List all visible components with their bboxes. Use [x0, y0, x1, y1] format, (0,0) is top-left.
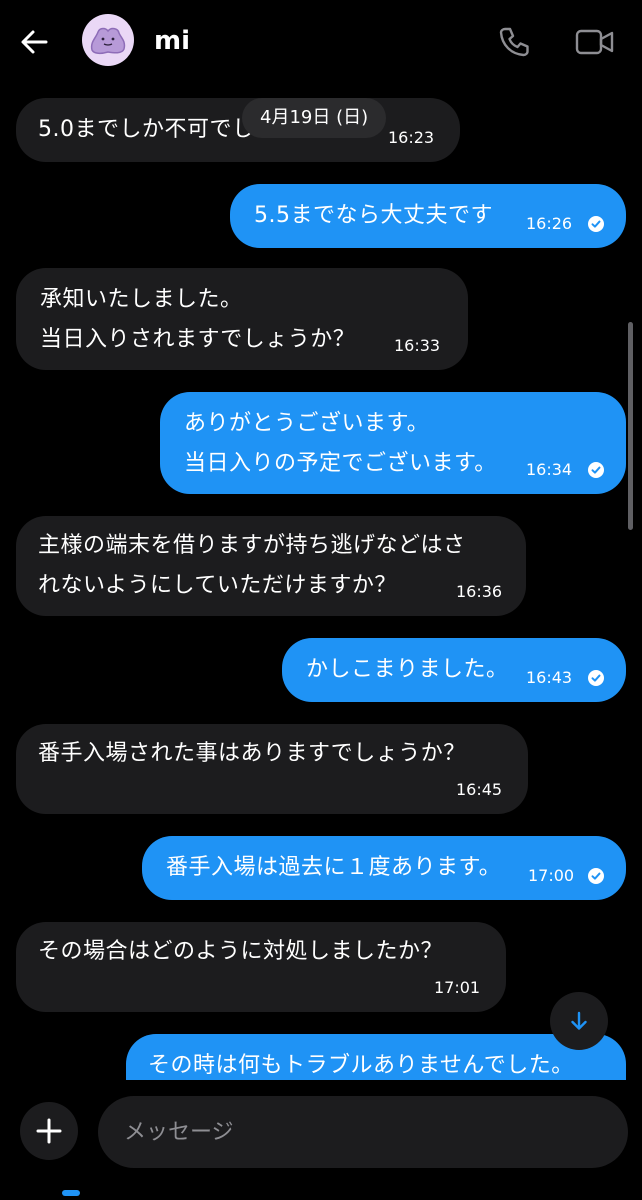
incoming-message[interactable]: その場合はどのように対処しましたか？ 17:01 — [16, 922, 506, 1012]
check-circle-icon — [588, 670, 604, 686]
message-time: 16:33 — [394, 336, 441, 355]
outgoing-message[interactable]: 番手入場は過去に１度あります。 17:00 — [142, 836, 626, 900]
date-separator: 4月19日 (日) — [242, 98, 387, 138]
message-text: ありがとうございます。 — [184, 411, 430, 436]
video-call-button[interactable] — [572, 22, 618, 62]
chat-header: mi — [0, 0, 642, 88]
message-composer — [0, 1080, 642, 1200]
message-text: かしこまりました。 — [306, 657, 509, 682]
scrollbar[interactable] — [628, 322, 633, 530]
message-text: れないようにしていただけますか？ — [38, 573, 397, 598]
message-text: 主様の端末を借りますが持ち逃げなどはさ — [38, 533, 466, 558]
outgoing-message[interactable]: 5.5までなら大丈夫です 16:26 — [230, 184, 626, 248]
message-text: その時は何もトラブルありませんでした。 — [148, 1053, 574, 1078]
message-time: 16:45 — [456, 780, 503, 799]
arrow-down-icon — [571, 1011, 587, 1030]
check-circle-icon — [588, 462, 604, 478]
plus-icon — [36, 1118, 62, 1144]
video-camera-icon — [575, 29, 614, 55]
chat-screen: mi 5.0までしか不可でしょうか？ 16:23 4月19日 (日) 5.5まで… — [0, 0, 642, 1200]
outgoing-message[interactable]: その時は何もトラブルありませんでした。 — [126, 1034, 626, 1080]
phone-icon — [499, 27, 529, 57]
avatar[interactable] — [82, 14, 134, 66]
incoming-message[interactable]: 主様の端末を借りますが持ち逃げなどはさ れないようにしていただけますか？ 16:… — [16, 516, 526, 616]
message-text: 当日入りの予定でございます。 — [184, 451, 497, 476]
bottom-indicator — [62, 1190, 80, 1196]
message-text: 番手入場は過去に１度あります。 — [166, 855, 502, 880]
ditto-avatar-icon — [90, 27, 126, 55]
message-time: 17:01 — [434, 978, 481, 997]
message-time: 16:34 — [526, 460, 573, 479]
message-text: 承知いたしました。 — [40, 287, 243, 312]
message-text: 5.5までなら大丈夫です — [254, 203, 493, 228]
message-input[interactable] — [98, 1096, 628, 1168]
attach-button[interactable] — [20, 1102, 78, 1160]
message-time: 17:00 — [528, 866, 575, 885]
arrow-left-icon — [21, 30, 48, 54]
incoming-message[interactable]: 承知いたしました。 当日入りされますでしょうか？ 16:33 — [16, 268, 468, 370]
contact-name[interactable]: mi — [154, 26, 190, 56]
message-text: 番手入場された事はありますでしょうか？ — [38, 741, 466, 766]
message-text: その場合はどのように対処しましたか？ — [38, 939, 444, 964]
message-time: 16:36 — [456, 582, 503, 601]
scroll-to-bottom-button[interactable] — [550, 992, 608, 1050]
message-time: 16:23 — [388, 128, 435, 147]
incoming-message[interactable]: 番手入場された事はありますでしょうか？ 16:45 — [16, 724, 528, 814]
outgoing-message[interactable]: かしこまりました。 16:43 — [282, 638, 626, 702]
message-time: 16:26 — [526, 214, 573, 233]
check-circle-icon — [588, 868, 604, 884]
message-text: 当日入りされますでしょうか？ — [40, 327, 356, 352]
back-button[interactable] — [12, 22, 56, 62]
check-circle-icon — [588, 216, 604, 232]
outgoing-message[interactable]: ありがとうございます。 当日入りの予定でございます。 16:34 — [160, 392, 626, 494]
call-button[interactable] — [494, 22, 534, 62]
message-time: 16:43 — [526, 668, 573, 687]
incoming-message[interactable]: 5.0までしか不可でしょうか？ 16:23 — [16, 98, 460, 162]
message-list[interactable]: 5.0までしか不可でしょうか？ 16:23 4月19日 (日) 5.5までなら大… — [0, 88, 642, 1080]
